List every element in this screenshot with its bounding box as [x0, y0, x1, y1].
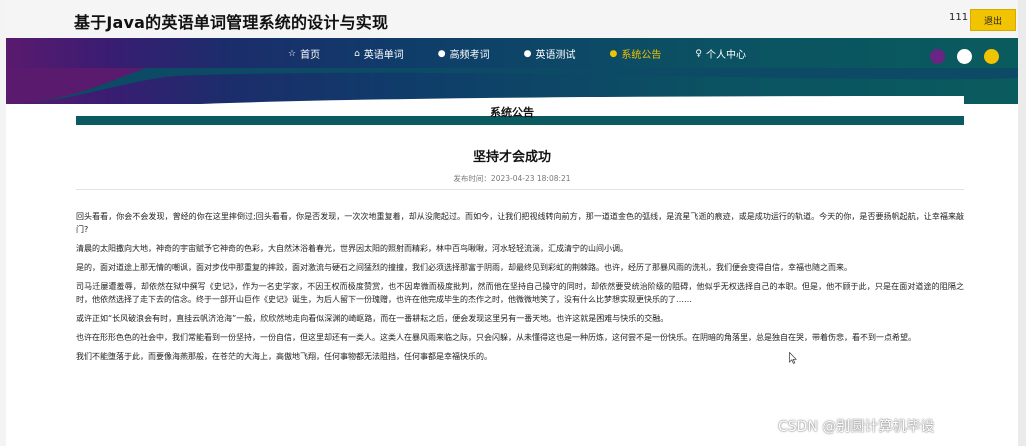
star-icon: ☆ — [288, 48, 297, 59]
theme-white-button[interactable] — [957, 49, 972, 64]
site-title: 基于Java的英语单词管理系统的设计与实现 — [74, 13, 389, 32]
csdn-watermark: CSDN @别圆计算机毕设 — [778, 419, 935, 435]
article-paragraph: 我们不能堕落于此，而要像海燕那般，在苍茫的大海上，高傲地飞翔，任何事物都无法阻挡… — [76, 352, 492, 361]
logout-button[interactable]: 退出 — [970, 9, 1016, 31]
nav-item-english-test[interactable]: ● 英语测试 — [523, 46, 576, 62]
dot-icon: ● — [609, 48, 618, 59]
section-title: 系统公告 — [490, 106, 534, 119]
article-content: 回头看看，你会不会发现，曾经的你在这里摔倒过;回头看看，你是否发现，一次次地重复… — [76, 210, 964, 369]
article-paragraph: 是的，面对道途上那无情的嘲讽，面对步伐中那重复的摔跤，面对激流与硬石之间猛烈的撞… — [76, 263, 852, 272]
dot-icon: ● — [437, 48, 446, 59]
nav-item-personal-center[interactable]: ♀ 个人中心 — [695, 46, 746, 62]
user-icon: ♀ — [695, 48, 702, 59]
nav-label: 系统公告 — [621, 50, 662, 61]
theme-purple-button[interactable] — [930, 49, 945, 64]
nav-item-announcements[interactable]: ● 系统公告 — [609, 46, 662, 62]
nav-item-home[interactable]: ☆ 首页 — [288, 46, 321, 62]
theme-yellow-button[interactable] — [984, 49, 999, 64]
divider — [76, 189, 964, 190]
top-header: 基于Java的英语单词管理系统的设计与实现 111 退出 — [6, 0, 1018, 38]
main-nav: ☆ 首页 ⌂ 英语单词 ● 高频考词 ● 英语测试 ● 系统公告 ♀ 个人中心 — [288, 46, 780, 62]
publish-label: 发布时间： — [453, 174, 491, 183]
nav-item-high-frequency-words[interactable]: ● 高频考词 — [437, 46, 490, 62]
nav-label: 首页 — [300, 50, 321, 61]
article-paragraph: 清晨的太阳撒向大地，神奇的宇宙赋予它神奇的色彩，大自然沐浴着春光，世界因太阳的照… — [76, 244, 628, 253]
nav-label: 高频考词 — [449, 50, 490, 61]
page: 基于Java的英语单词管理系统的设计与实现 111 退出 ☆ 首页 ⌂ 英语单词… — [6, 0, 1018, 446]
publish-time: 2023-04-23 18:08:21 — [490, 174, 571, 183]
article-title: 坚持才会成功 — [472, 150, 551, 165]
nav-label: 个人中心 — [705, 50, 746, 61]
username-label: 111 — [949, 12, 969, 23]
mouse-cursor-icon — [789, 352, 797, 364]
home-icon: ⌂ — [354, 48, 360, 59]
nav-label: 英语测试 — [535, 50, 576, 61]
article-paragraph: 司马迁屡遭羞辱，却依然在狱中撰写《史记》，作为一名史学家，不因王权而极度赞赏，也… — [76, 282, 964, 304]
publish-time-row: 发布时间：2023-04-23 18:08:21 — [6, 173, 1018, 184]
article-paragraph: 回头看看，你会不会发现，曾经的你在这里摔倒过;回头看看，你是否发现，一次次地重复… — [76, 212, 964, 234]
nav-label: 英语单词 — [363, 50, 404, 61]
nav-item-english-words[interactable]: ⌂ 英语单词 — [354, 46, 404, 62]
article-paragraph: 或许正如“长风破浪会有时，直挂云帆济沧海”一般，欣欣然地走向看似深渊的崎岖路，而… — [76, 314, 669, 323]
window-frame-right — [1018, 0, 1026, 446]
dot-icon: ● — [523, 48, 532, 59]
article-paragraph: 也许在形形色色的社会中，我们常能看到一份坚持，一份自信，但这里却还有一类人。这类… — [76, 333, 916, 342]
